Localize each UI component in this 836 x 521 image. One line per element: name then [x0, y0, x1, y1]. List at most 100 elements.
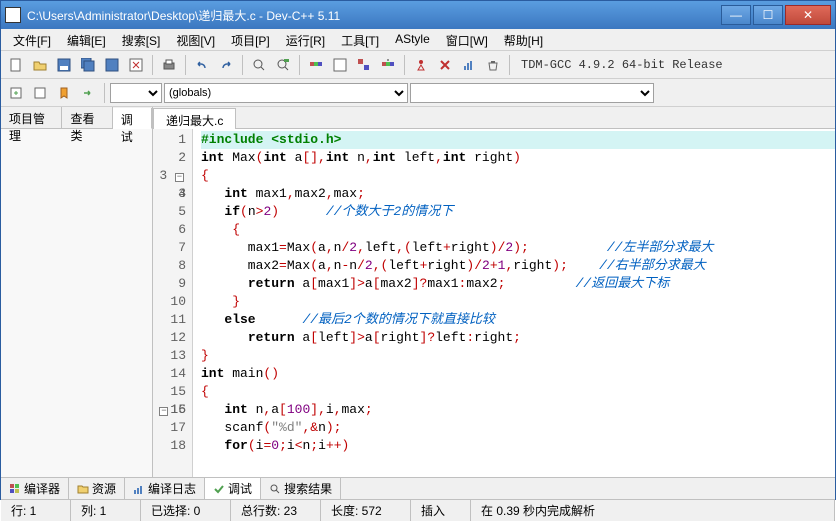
code-line[interactable]: }	[201, 293, 835, 311]
menubar: 文件[F]编辑[E]搜索[S]视图[V]项目[P]运行[R]工具[T]AStyl…	[1, 29, 835, 51]
undo-button[interactable]	[191, 54, 213, 76]
function-combo[interactable]	[410, 83, 654, 103]
line-number: 2	[153, 149, 186, 167]
line-number: 9	[153, 275, 186, 293]
fold-icon[interactable]: −	[175, 173, 184, 182]
bottom-tab-调试[interactable]: 调试	[205, 478, 261, 499]
save-all-button[interactable]	[77, 54, 99, 76]
insert-button[interactable]	[29, 82, 51, 104]
redo-button[interactable]	[215, 54, 237, 76]
compile-button[interactable]	[305, 54, 327, 76]
line-number: 8	[153, 257, 186, 275]
line-number: 1	[153, 131, 186, 149]
code-line[interactable]: max1=Max(a,n/2,left,(left+right)/2); //左…	[201, 239, 835, 257]
menu-item[interactable]: 项目[P]	[223, 29, 278, 50]
menu-item[interactable]: 帮助[H]	[496, 29, 551, 50]
code-line[interactable]: int max1,max2,max;	[201, 185, 835, 203]
status-line: 行: 1	[1, 500, 71, 521]
bottom-panel: 编译器资源编译日志调试搜索结果	[1, 477, 835, 499]
menu-item[interactable]: 搜索[S]	[114, 29, 169, 50]
replace-button[interactable]	[272, 54, 294, 76]
close-button[interactable]: ✕	[785, 5, 831, 25]
line-number: 11	[153, 311, 186, 329]
code-line[interactable]: if(n>2) //个数大于2的情况下	[201, 203, 835, 221]
code-line[interactable]: for(i=0;i<n;i++)	[201, 437, 835, 455]
profile-button[interactable]	[458, 54, 480, 76]
new-file-button[interactable]	[5, 54, 27, 76]
code-editor[interactable]: 123 −3456789101112131415 −15161718 #incl…	[153, 129, 835, 477]
folder-icon	[77, 483, 89, 495]
menu-item[interactable]: AStyle	[387, 29, 438, 50]
clean-button[interactable]	[482, 54, 504, 76]
class-combo[interactable]	[110, 83, 162, 103]
code-line[interactable]: int n,a[100],i,max;	[201, 401, 835, 419]
menu-item[interactable]: 视图[V]	[168, 29, 223, 50]
menu-item[interactable]: 编辑[E]	[59, 29, 114, 50]
line-number: 6	[153, 221, 186, 239]
code-line[interactable]: }	[201, 347, 835, 365]
code-line[interactable]: max2=Max(a,n-n/2,(left+right)/2+1,right)…	[201, 257, 835, 275]
left-tab[interactable]: 调试	[113, 108, 152, 129]
open-button[interactable]	[29, 54, 51, 76]
run-button[interactable]	[329, 54, 351, 76]
line-number: 18	[153, 437, 186, 455]
bottom-tab-资源[interactable]: 资源	[69, 478, 125, 499]
line-number: 15 −15	[153, 383, 186, 401]
code-area[interactable]: #include <stdio.h>int Max(int a[],int n,…	[193, 129, 835, 477]
bars-icon	[133, 483, 145, 495]
bottom-tab-编译日志[interactable]: 编译日志	[125, 478, 205, 499]
line-number: 14	[153, 365, 186, 383]
code-line[interactable]: {	[201, 167, 835, 185]
save-as-button[interactable]	[101, 54, 123, 76]
compiler-label: TDM-GCC 4.9.2 64-bit Release	[521, 58, 723, 72]
code-line[interactable]: return a[left]>a[right]?left:right;	[201, 329, 835, 347]
menu-item[interactable]: 工具[T]	[333, 29, 387, 50]
left-tab[interactable]: 查看类	[62, 107, 112, 128]
menu-item[interactable]: 窗口[W]	[438, 29, 496, 50]
goto-button[interactable]	[77, 82, 99, 104]
code-line[interactable]: int Max(int a[],int n,int left,int right…	[201, 149, 835, 167]
debug-button[interactable]	[410, 54, 432, 76]
status-col: 列: 1	[71, 500, 141, 521]
code-line[interactable]: scanf("%d",&n);	[201, 419, 835, 437]
line-number: 10	[153, 293, 186, 311]
print-button[interactable]	[158, 54, 180, 76]
stop-button[interactable]	[434, 54, 456, 76]
compile-run-button[interactable]	[353, 54, 375, 76]
find-button[interactable]	[248, 54, 270, 76]
code-line[interactable]: {	[201, 221, 835, 239]
line-number: 12	[153, 329, 186, 347]
minimize-button[interactable]: —	[721, 5, 751, 25]
line-number: 16	[153, 401, 186, 419]
statusbar: 行: 1 列: 1 已选择: 0 总行数: 23 长度: 572 插入 在 0.…	[1, 499, 835, 521]
titlebar: C:\Users\Administrator\Desktop\递归最大.c - …	[1, 1, 835, 29]
globals-combo[interactable]: (globals)	[164, 83, 408, 103]
rebuild-button[interactable]	[377, 54, 399, 76]
fold-icon[interactable]: −	[159, 407, 168, 416]
bottom-tab-搜索结果[interactable]: 搜索结果	[261, 478, 341, 499]
menu-item[interactable]: 运行[R]	[278, 29, 333, 50]
line-number: 5	[153, 203, 186, 221]
status-sel: 已选择: 0	[141, 500, 231, 521]
grid-icon	[9, 483, 21, 495]
save-button[interactable]	[53, 54, 75, 76]
bottom-tab-编译器[interactable]: 编译器	[1, 478, 69, 499]
line-number: 3 −3	[153, 167, 186, 185]
file-tabs: 递归最大.c	[153, 107, 835, 129]
left-tab[interactable]: 项目管理	[1, 107, 62, 128]
code-line[interactable]: else //最后2个数的情况下就直接比较	[201, 311, 835, 329]
left-panel: 项目管理查看类调试	[1, 107, 153, 477]
code-line[interactable]: int main()	[201, 365, 835, 383]
file-tab[interactable]: 递归最大.c	[153, 108, 236, 129]
code-line[interactable]: #include <stdio.h>	[201, 131, 835, 149]
code-line[interactable]: {	[201, 383, 835, 401]
toolbar-main: TDM-GCC 4.9.2 64-bit Release	[1, 51, 835, 79]
code-line[interactable]: return a[max1]>a[max2]?max1:max2; //返回最大…	[201, 275, 835, 293]
check-icon	[213, 483, 225, 495]
bookmark-button[interactable]	[53, 82, 75, 104]
close-file-button[interactable]	[125, 54, 147, 76]
menu-item[interactable]: 文件[F]	[5, 29, 59, 50]
line-number: 17	[153, 419, 186, 437]
maximize-button[interactable]: ☐	[753, 5, 783, 25]
new-project-button[interactable]	[5, 82, 27, 104]
